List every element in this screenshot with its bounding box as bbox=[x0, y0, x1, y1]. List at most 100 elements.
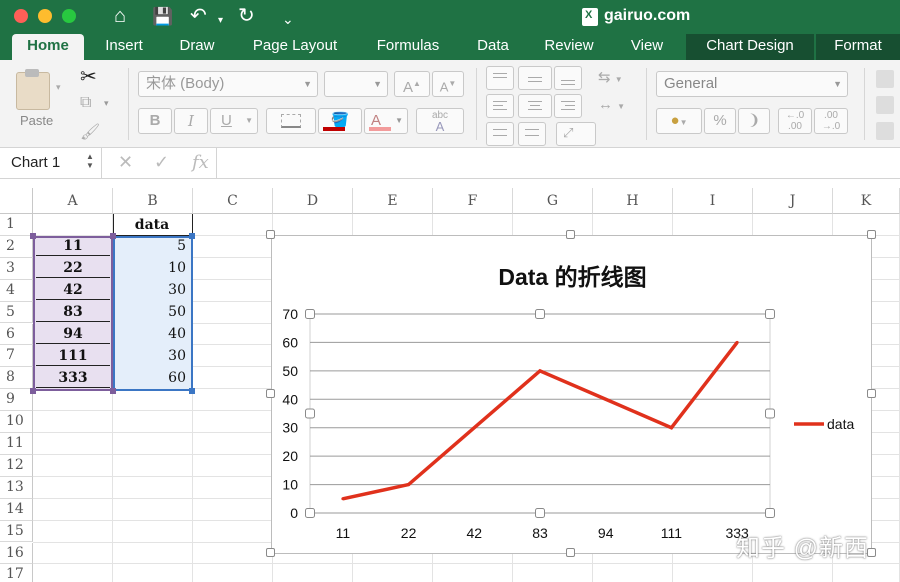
format-painter-icon[interactable]: 🖌 bbox=[80, 122, 100, 142]
paste-dropdown-icon[interactable]: ▾ bbox=[56, 82, 61, 93]
align-center-button[interactable] bbox=[518, 94, 552, 118]
borders-button[interactable] bbox=[266, 108, 316, 134]
data-point[interactable] bbox=[735, 340, 739, 344]
column-header-c[interactable]: C bbox=[193, 188, 273, 214]
cell-a4[interactable]: 42 bbox=[34, 280, 112, 301]
name-box-stepper-icon[interactable]: ▲ ▼ bbox=[86, 152, 94, 170]
cell-b3[interactable]: 10 bbox=[114, 258, 190, 279]
column-header-f[interactable]: F bbox=[433, 188, 513, 214]
chart-plot[interactable]: 01020304050607011 22 42 83 94 111 333data bbox=[272, 236, 873, 555]
conditional-formatting-icon[interactable] bbox=[876, 70, 894, 88]
column-header-g[interactable]: G bbox=[513, 188, 593, 214]
data-point[interactable] bbox=[341, 497, 345, 501]
tab-home[interactable]: Home bbox=[12, 34, 84, 60]
plot-area[interactable] bbox=[309, 313, 771, 514]
wrap-text-icon[interactable]: ⇆ ▼ bbox=[598, 68, 623, 86]
format-as-table-icon[interactable] bbox=[876, 96, 894, 114]
row-header-8[interactable]: 8 bbox=[0, 367, 33, 390]
row-header-4[interactable]: 4 bbox=[0, 279, 33, 302]
cut-icon[interactable]: ✂ bbox=[80, 64, 97, 89]
range-handle[interactable] bbox=[30, 388, 36, 394]
range-handle[interactable] bbox=[189, 233, 195, 239]
plot-area-resize-handle[interactable] bbox=[765, 309, 775, 319]
cell-b1[interactable]: data bbox=[114, 215, 190, 236]
row-header-11[interactable]: 11 bbox=[0, 433, 33, 455]
plot-area-resize-handle[interactable] bbox=[765, 508, 775, 518]
merge-center-icon[interactable]: ↔ ▼ bbox=[598, 96, 625, 113]
tab-format[interactable]: Format bbox=[816, 34, 900, 60]
column-header-d[interactable]: D bbox=[273, 188, 353, 214]
row-header-17[interactable]: 17 bbox=[0, 564, 33, 582]
tab-insert[interactable]: Insert bbox=[92, 34, 156, 60]
cell-a7[interactable]: 111 bbox=[34, 346, 112, 367]
row-header-14[interactable]: 14 bbox=[0, 498, 33, 521]
cancel-icon[interactable]: ✕ bbox=[118, 152, 133, 173]
plot-area-resize-handle[interactable] bbox=[305, 508, 315, 518]
tab-page-layout[interactable]: Page Layout bbox=[238, 34, 352, 60]
cell-a6[interactable]: 94 bbox=[34, 324, 112, 345]
increase-indent-button[interactable] bbox=[518, 122, 546, 146]
line-chart[interactable]: Data 的折线图 0 10 20 30 40 50 60 70 11 22 42 83 94 111 33… bbox=[271, 235, 872, 554]
copy-icon[interactable]: ⧉ bbox=[80, 94, 91, 112]
font-name-select[interactable]: 宋体 (Body) ▼ bbox=[138, 71, 318, 97]
font-color-button[interactable]: A ▼ bbox=[364, 108, 408, 134]
home-icon[interactable]: ⌂ bbox=[114, 5, 126, 27]
undo-icon[interactable]: ↶ bbox=[190, 5, 207, 27]
cell-b2[interactable]: 5 bbox=[114, 236, 190, 257]
tab-chart-design[interactable]: Chart Design bbox=[686, 34, 814, 60]
chart-resize-handle[interactable] bbox=[266, 548, 275, 557]
maximize-window-button[interactable] bbox=[62, 9, 76, 23]
row-header-16[interactable]: 16 bbox=[0, 542, 33, 565]
number-format-select[interactable]: General ▼ bbox=[656, 71, 848, 97]
minimize-window-button[interactable] bbox=[38, 9, 52, 23]
accounting-format-button[interactable]: ●▼ bbox=[656, 108, 702, 134]
plot-area-resize-handle[interactable] bbox=[765, 408, 775, 419]
row-header-5[interactable]: 5 bbox=[0, 301, 33, 324]
align-left-button[interactable] bbox=[486, 94, 514, 118]
data-point[interactable] bbox=[604, 397, 608, 401]
chart-resize-handle[interactable] bbox=[266, 389, 275, 398]
align-bottom-button[interactable] bbox=[554, 66, 582, 90]
chart-resize-handle[interactable] bbox=[867, 230, 876, 239]
percent-style-button[interactable]: % bbox=[704, 108, 736, 134]
plot-area-resize-handle[interactable] bbox=[305, 408, 315, 419]
paste-icon[interactable] bbox=[16, 69, 50, 110]
font-size-select[interactable]: ▼ bbox=[324, 71, 388, 97]
cell-b8[interactable]: 60 bbox=[114, 368, 190, 389]
range-handle[interactable] bbox=[110, 388, 116, 394]
column-header-k[interactable]: K bbox=[833, 188, 900, 214]
decrease-indent-button[interactable] bbox=[486, 122, 514, 146]
cell-styles-icon[interactable] bbox=[876, 122, 894, 140]
column-header-b[interactable]: B bbox=[113, 188, 193, 214]
italic-button[interactable]: I bbox=[174, 108, 208, 134]
range-handle[interactable] bbox=[189, 388, 195, 394]
row-header-15[interactable]: 15 bbox=[0, 520, 33, 543]
customize-toolbar-icon[interactable]: ⌄ bbox=[282, 8, 294, 30]
tab-data[interactable]: Data bbox=[466, 34, 520, 60]
plot-area-resize-handle[interactable] bbox=[535, 508, 545, 518]
column-header-e[interactable]: E bbox=[353, 188, 433, 214]
align-middle-button[interactable] bbox=[518, 66, 552, 90]
underline-button[interactable]: U ▼ bbox=[210, 108, 258, 134]
decrease-decimal-button[interactable]: .00 →.0 bbox=[814, 108, 848, 134]
increase-font-size-button[interactable]: A▲ bbox=[394, 71, 430, 97]
series-line-data[interactable] bbox=[342, 341, 739, 501]
chart-resize-handle[interactable] bbox=[266, 230, 275, 239]
row-header-2[interactable]: 2 bbox=[0, 235, 33, 258]
align-right-button[interactable] bbox=[554, 94, 582, 118]
copy-dropdown-icon[interactable]: ▾ bbox=[104, 98, 109, 109]
row-header-12[interactable]: 12 bbox=[0, 454, 33, 477]
row-header-9[interactable]: 9 bbox=[0, 389, 33, 412]
cell-a2[interactable]: 11 bbox=[34, 236, 112, 257]
data-point[interactable] bbox=[407, 483, 411, 487]
row-header-6[interactable]: 6 bbox=[0, 323, 33, 346]
column-header-i[interactable]: I bbox=[673, 188, 753, 214]
row-header-1[interactable]: 1 bbox=[0, 214, 33, 236]
orientation-button[interactable]: ⤢ bbox=[556, 122, 596, 146]
increase-decimal-button[interactable]: ←.0.00 bbox=[778, 108, 812, 134]
tab-draw[interactable]: Draw bbox=[168, 34, 226, 60]
data-point[interactable] bbox=[538, 369, 542, 373]
enter-icon[interactable]: ✓ bbox=[154, 152, 169, 173]
cell-b5[interactable]: 50 bbox=[114, 302, 190, 323]
align-top-button[interactable] bbox=[486, 66, 514, 90]
